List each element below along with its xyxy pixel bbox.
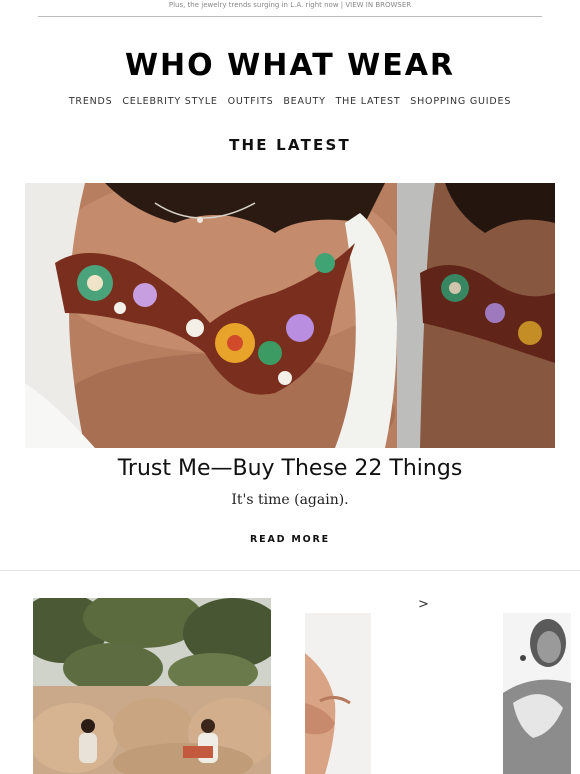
- preheader-text: Plus, the jewelry trends surging in L.A.…: [168, 1, 339, 9]
- article-headline[interactable]: Trust Me—Buy These 22 Things: [0, 456, 580, 481]
- nav-item-trends[interactable]: TRENDS: [69, 96, 113, 107]
- main-nav: TRENDS CELEBRITY STYLE OUTFITS BEAUTY TH…: [0, 96, 580, 107]
- beach-scene-illustration: [33, 598, 271, 774]
- view-in-browser-link[interactable]: VIEW IN BROWSER: [345, 1, 411, 9]
- section-divider: [0, 570, 580, 571]
- nav-item-beauty[interactable]: BEAUTY: [283, 96, 325, 107]
- preheader: Plus, the jewelry trends surging in L.A.…: [38, 0, 542, 17]
- read-more-button[interactable]: READ MORE: [0, 534, 580, 545]
- who-what-wear-logo[interactable]: WHO WHAT WEAR: [0, 48, 580, 83]
- article-subhead: It's time (again).: [231, 492, 349, 508]
- nav-item-celebrity-style[interactable]: CELEBRITY STYLE: [122, 96, 217, 107]
- hero-image[interactable]: [25, 183, 555, 448]
- carousel-next-arrow[interactable]: >: [418, 597, 429, 612]
- model-scarf-photo[interactable]: [503, 613, 571, 774]
- section-title: THE LATEST: [229, 136, 351, 154]
- nav-item-the-latest[interactable]: THE LATEST: [336, 96, 401, 107]
- nav-item-shopping-guides[interactable]: SHOPPING GUIDES: [410, 96, 511, 107]
- swimsuit-illustration: [305, 613, 371, 774]
- swimsuit-product-photo[interactable]: [305, 613, 371, 774]
- bikini-photo-illustration: [25, 183, 555, 448]
- beach-rocks-photo[interactable]: [33, 598, 271, 774]
- nav-item-outfits[interactable]: OUTFITS: [228, 96, 274, 107]
- model-bw-illustration: [503, 613, 571, 774]
